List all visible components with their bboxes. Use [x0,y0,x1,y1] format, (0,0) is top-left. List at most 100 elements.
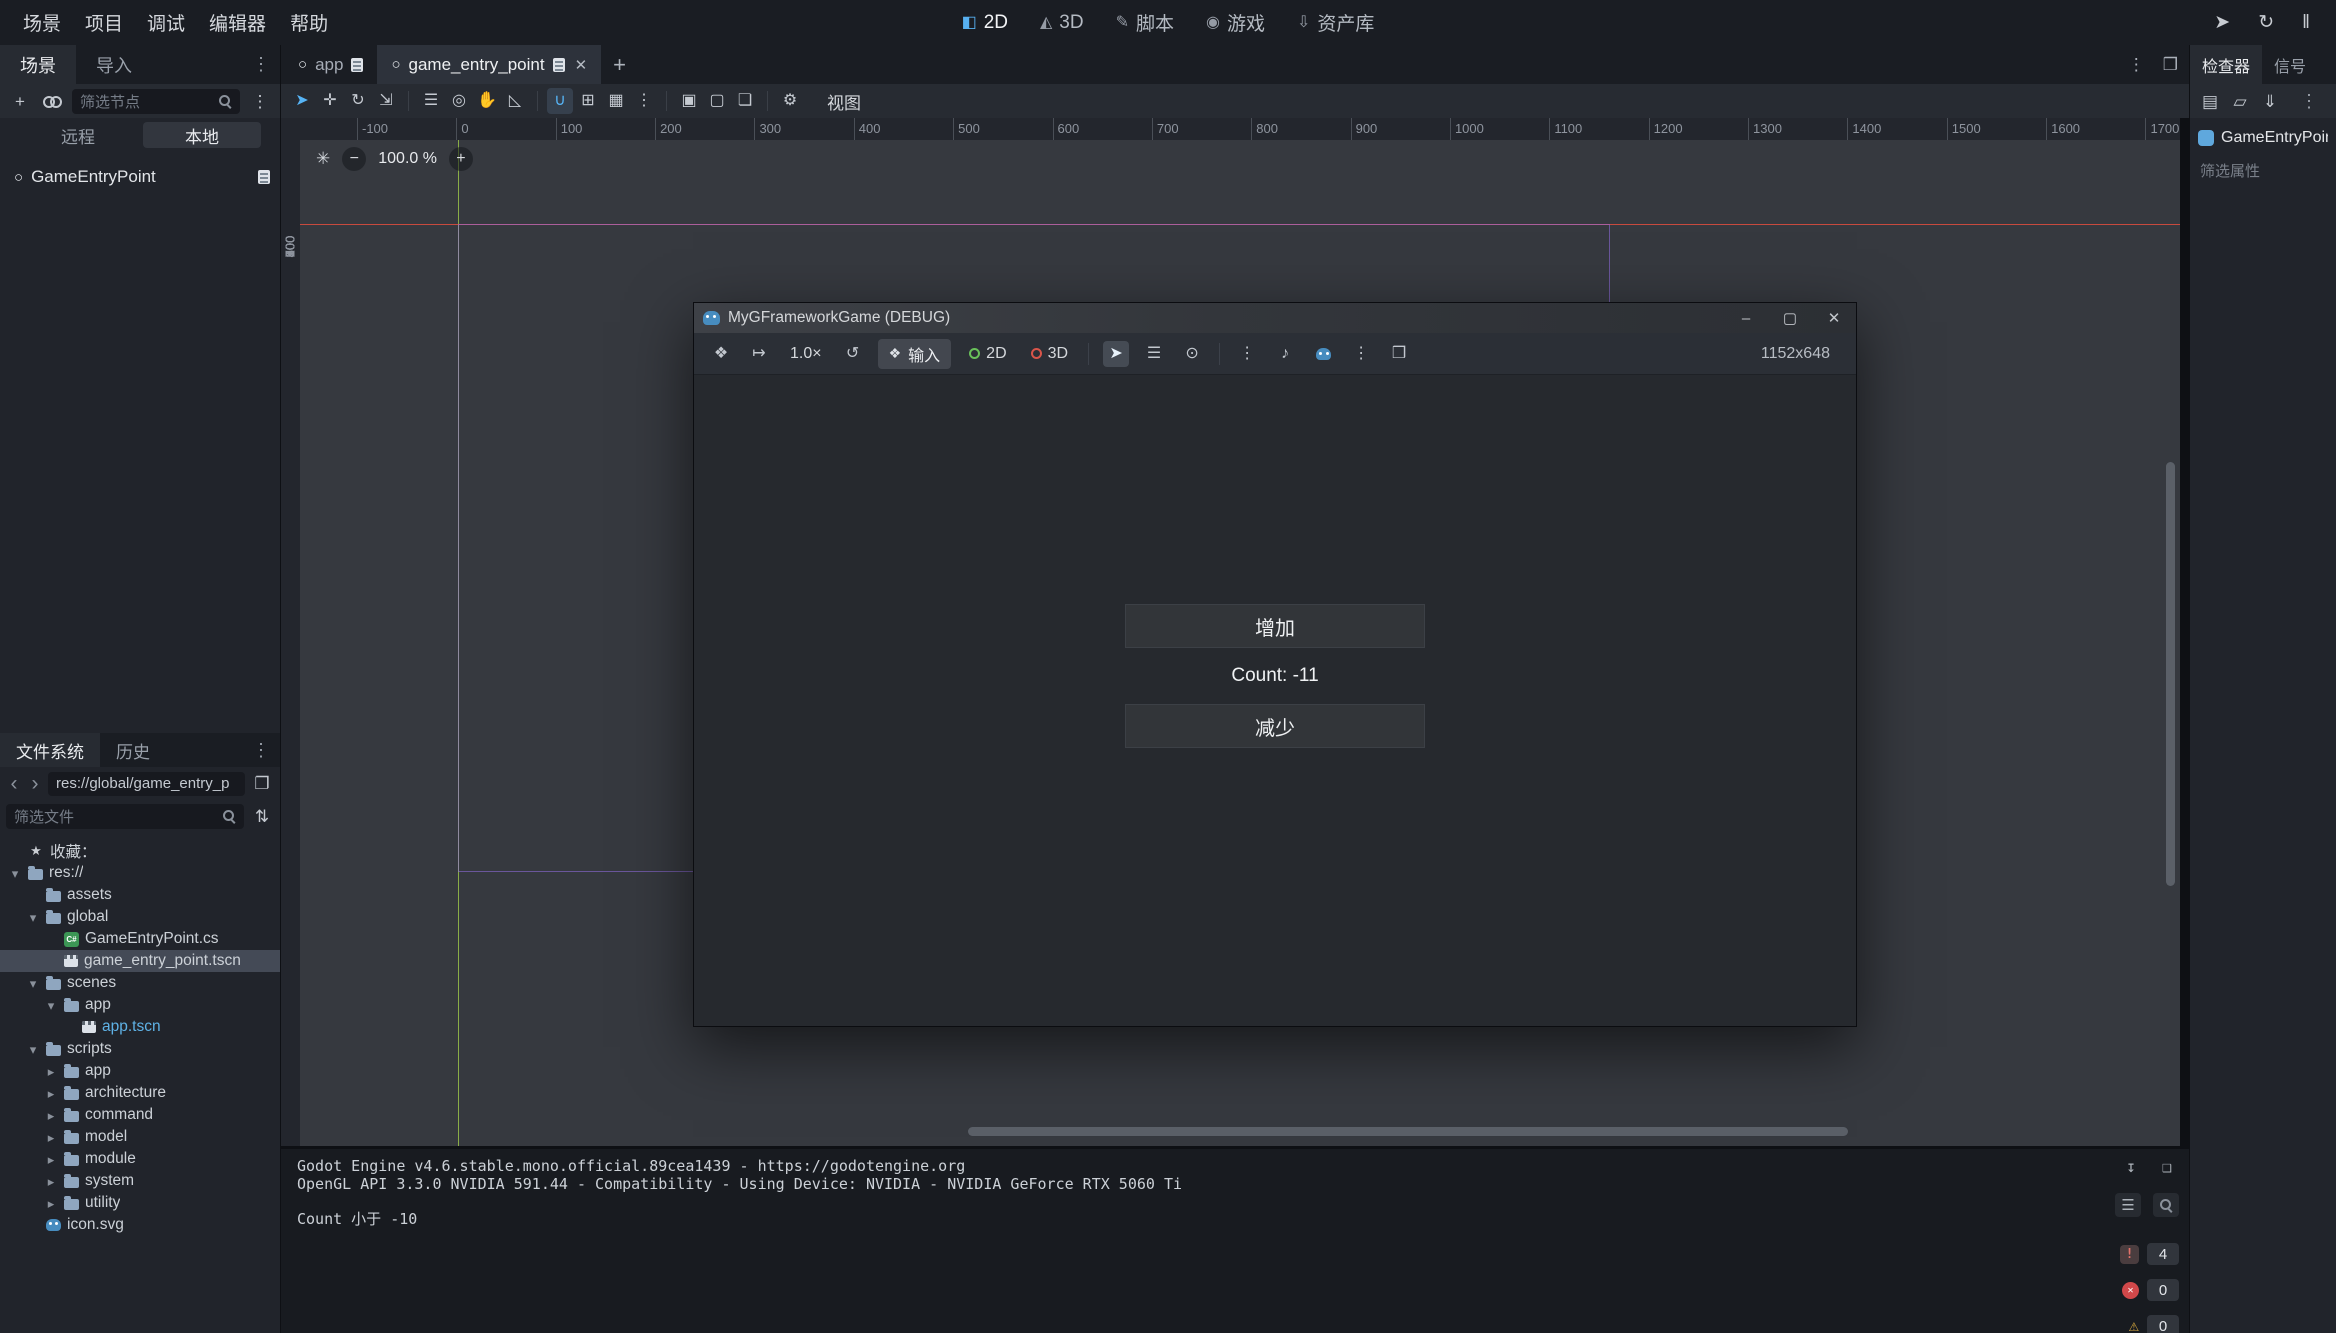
file-tree-row[interactable]: scenes [0,972,280,994]
scene-tree-root-row[interactable]: GameEntryPoint [0,164,280,190]
view-menu[interactable]: 视图 [817,86,871,117]
speed-select[interactable]: 1.0× [784,343,828,365]
dock-tab[interactable]: 检查器 [2190,45,2262,84]
grid-icon[interactable]: ▦ [603,88,629,114]
menu-item[interactable]: 场景 [12,4,72,41]
zoom-level[interactable]: 100.0 % [378,150,437,168]
dock-menu-icon[interactable] [242,45,280,84]
file-tree-row[interactable]: scripts [0,1038,280,1060]
zoom-in-button[interactable] [449,147,473,171]
dock-tab[interactable]: 导入 [76,45,152,84]
menu-item[interactable]: 项目 [74,4,134,41]
group-icon[interactable]: ❏ [732,88,758,114]
file-tree-row[interactable]: res:// [0,862,280,884]
select-options-icon[interactable] [1234,341,1260,367]
expand-viewport-icon[interactable] [2163,55,2178,75]
expand-arrow-icon[interactable] [44,1087,58,1100]
expand-arrow-icon[interactable] [44,1065,58,1078]
file-tree-row[interactable]: system [0,1170,280,1192]
move-tool-icon[interactable]: ✛ [317,88,343,114]
file-tree-row[interactable]: app [0,1060,280,1082]
menu-item[interactable]: 帮助 [279,4,339,41]
skeleton-options-icon[interactable]: ⚙ [777,88,803,114]
filter-nodes-input[interactable]: 筛选节点 [72,89,240,114]
next-frame-icon[interactable] [746,341,772,367]
filter-properties-input[interactable]: 筛选属性 [2190,157,2336,183]
copy-log-icon[interactable] [2155,1155,2179,1177]
reset-speed-icon[interactable] [840,341,866,367]
visibility-icon[interactable] [1179,341,1205,367]
list-select-icon[interactable]: ☰ [418,88,444,114]
dock-menu-icon[interactable] [242,733,280,767]
workspace-tab[interactable]: ◉ 游戏 [1193,4,1278,41]
expand-arrow-icon[interactable] [44,1153,58,1166]
game-session-icon[interactable] [708,341,734,367]
pan-tool-icon[interactable]: ✋ [474,88,500,114]
game-list-select-icon[interactable] [1141,341,1167,367]
expand-arrow-icon[interactable] [44,1109,58,1122]
back-icon[interactable] [6,773,22,794]
rotate-tool-icon[interactable]: ↻ [345,88,371,114]
camera-2d-button[interactable]: 2D [963,343,1012,365]
new-scene-tab-icon[interactable] [601,45,638,84]
warnings-counter[interactable]: ⚠ 0 [2129,1315,2179,1333]
workspace-tab[interactable]: ✎ 脚本 [1103,4,1187,41]
select-tool-icon[interactable]: ➤ [289,88,315,114]
file-tree-row[interactable]: game_entry_point.tscn [0,950,280,972]
tab-list-icon[interactable] [2128,55,2145,75]
restart-icon[interactable]: ↻ [2258,13,2274,32]
center-view-icon[interactable] [316,149,330,169]
file-tree-row[interactable]: module [0,1148,280,1170]
load-resource-icon[interactable] [2228,89,2252,113]
minimize-icon[interactable] [1724,303,1768,333]
file-tree-row[interactable]: assets [0,884,280,906]
split-view-icon[interactable] [250,772,274,796]
inspector-menu-icon[interactable] [2290,91,2328,112]
menu-item[interactable]: 编辑器 [198,4,277,41]
close-icon[interactable] [1812,303,1856,333]
pause-icon[interactable]: ‖ [2302,13,2310,32]
pivot-tool-icon[interactable]: ◎ [446,88,472,114]
maximize-icon[interactable] [1768,303,1812,333]
forward-icon[interactable] [27,773,43,794]
file-tree-row[interactable]: GameEntryPoint.cs [0,928,280,950]
input-mode-toggle[interactable]: 输入 [878,339,952,369]
filter-files-input[interactable]: 筛选文件 [6,804,244,829]
camera-override-icon[interactable] [1310,341,1336,367]
scene-tab[interactable]: app [284,45,377,84]
vertical-scrollbar[interactable] [2166,462,2175,886]
workspace-tab[interactable]: ◧ 2D [949,7,1021,39]
grid-snap-icon[interactable]: ⊞ [575,88,601,114]
increase-button[interactable]: 增加 [1125,604,1425,648]
messages-counter[interactable]: ! 4 [2120,1243,2179,1265]
search-log-icon[interactable] [2153,1193,2179,1217]
dock-tab[interactable]: 信号 [2262,45,2318,84]
workspace-tab[interactable]: ◭ 3D [1027,7,1097,39]
unlock-icon[interactable]: ▢ [704,88,730,114]
game-options-icon[interactable] [1348,341,1374,367]
filter-list-icon[interactable] [2115,1193,2141,1217]
snap-options-icon[interactable]: ⋮ [631,88,657,114]
game-window-titlebar[interactable]: MyGFrameworkGame (DEBUG) [694,303,1856,333]
horizontal-scrollbar[interactable] [968,1127,1848,1136]
dock-tab[interactable]: 文件系统 [0,733,100,767]
deploy-icon[interactable]: ➤ [2214,13,2230,32]
file-tree-row[interactable]: utility [0,1192,280,1214]
file-tree-row[interactable]: model [0,1126,280,1148]
menu-item[interactable]: 调试 [136,4,196,41]
lock-icon[interactable]: ▣ [676,88,702,114]
expand-arrow-icon[interactable] [44,1175,58,1188]
instance-scene-icon[interactable] [40,89,64,113]
expand-arrow-icon[interactable] [44,1131,58,1144]
expand-arrow-icon[interactable] [44,1197,58,1210]
left-dock-divider[interactable] [280,45,281,1333]
new-resource-icon[interactable] [2198,89,2222,113]
remote-button[interactable]: 远程 [19,122,137,148]
dock-tab[interactable]: 历史 [100,733,166,767]
save-resource-icon[interactable] [2258,89,2282,113]
file-tree-row[interactable]: architecture [0,1082,280,1104]
game-select-mode-icon[interactable] [1103,341,1129,367]
camera-3d-button[interactable]: 3D [1025,343,1074,365]
expand-arrow-icon[interactable] [26,1043,40,1056]
file-tree-row[interactable]: global [0,906,280,928]
